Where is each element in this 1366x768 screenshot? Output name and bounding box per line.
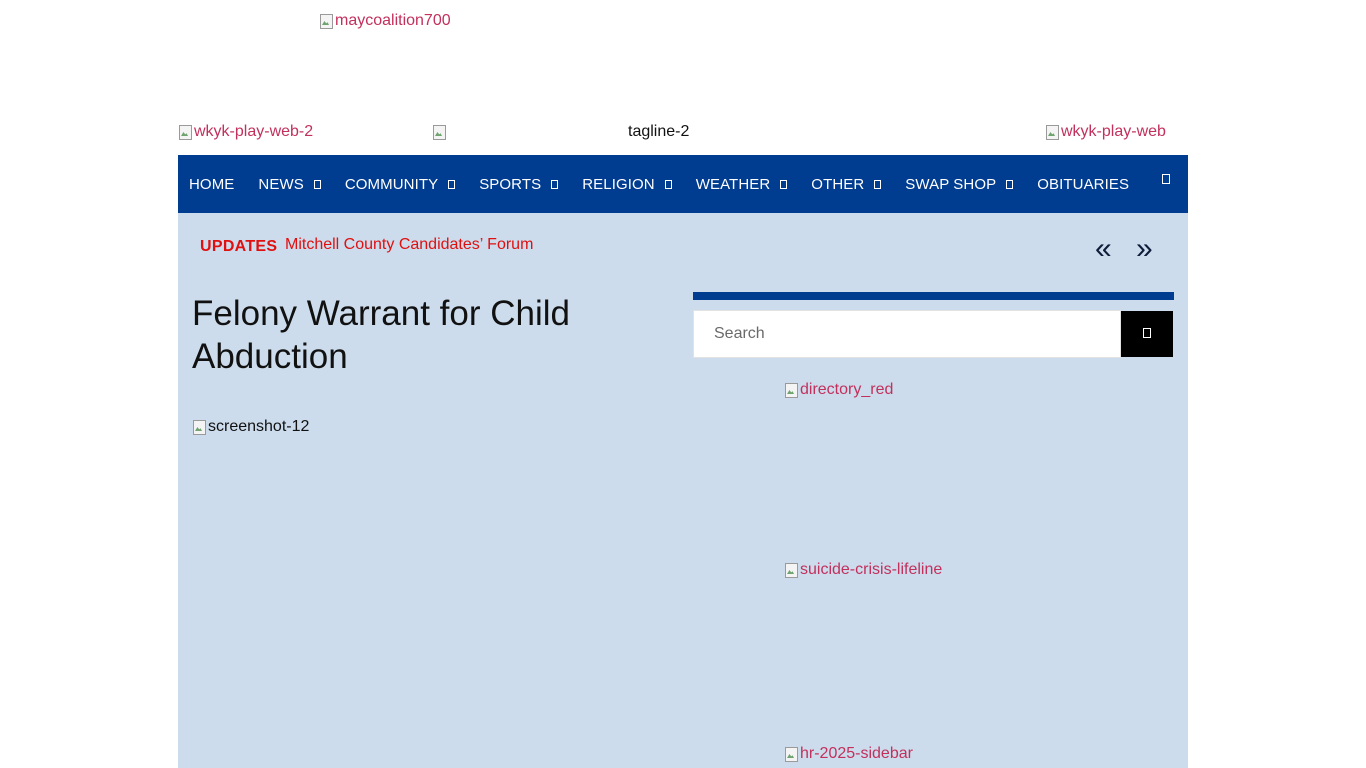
right-logo-alt-text: wkyk-play-web bbox=[1061, 123, 1166, 140]
sidebar-ad-alt-text: directory_red bbox=[800, 381, 894, 398]
nav-item-label: RELIGION bbox=[582, 175, 655, 193]
ticker-prev-button[interactable]: « bbox=[1095, 232, 1112, 266]
nav-item-community[interactable]: COMMUNITY bbox=[344, 175, 456, 193]
broken-image-icon bbox=[784, 562, 798, 578]
sidebar-ad-alt-text: hr-2025-sidebar bbox=[800, 745, 913, 762]
nav-item-swap-shop[interactable]: SWAP SHOP bbox=[905, 175, 1014, 193]
nav-item-label: OBITUARIES bbox=[1037, 175, 1130, 193]
broken-image-icon bbox=[1045, 124, 1059, 140]
nav-item-label: HOME bbox=[189, 175, 235, 193]
banner-ad-alt-text: maycoalition700 bbox=[335, 12, 451, 29]
article-image-alt-text: screenshot-12 bbox=[208, 418, 310, 435]
ticker-headline-link[interactable]: Mitchell County Candidates’ Forum bbox=[285, 236, 533, 254]
tagline-image: tagline-2 bbox=[432, 122, 689, 142]
sidebar-divider bbox=[693, 292, 1174, 300]
left-logo-alt-text: wkyk-play-web-2 bbox=[194, 123, 314, 140]
nav-item-news[interactable]: NEWS bbox=[258, 175, 321, 193]
broken-image-icon bbox=[432, 124, 446, 140]
nav-item-label: WEATHER bbox=[695, 175, 771, 193]
chevron-down-icon bbox=[313, 180, 321, 189]
left-logo-image[interactable]: wkyk-play-web-2 bbox=[178, 122, 313, 142]
ticker-next-button[interactable]: » bbox=[1136, 232, 1153, 266]
chevron-down-icon bbox=[664, 180, 672, 189]
nav-item-label: OTHER bbox=[811, 175, 865, 193]
search-icon bbox=[1143, 328, 1151, 338]
nav-item-religion[interactable]: RELIGION bbox=[582, 175, 672, 193]
search-input[interactable] bbox=[693, 310, 1121, 358]
nav-item-label: COMMUNITY bbox=[344, 175, 439, 193]
nav-item-sports[interactable]: SPORTS bbox=[479, 175, 559, 193]
search-icon[interactable] bbox=[1162, 174, 1170, 184]
broken-image-icon bbox=[784, 746, 798, 762]
chevron-down-icon bbox=[780, 180, 788, 189]
chevron-down-icon bbox=[551, 180, 559, 189]
ticker-label: UPDATES bbox=[200, 238, 278, 255]
nav-item-obituaries[interactable]: OBITUARIES bbox=[1037, 176, 1129, 193]
nav-item-home[interactable]: HOME bbox=[189, 176, 234, 193]
main-navigation: HOME NEWS COMMUNITY SPORTS RELIGION WEAT… bbox=[178, 155, 1188, 213]
sidebar-ad-hr-2025[interactable]: hr-2025-sidebar bbox=[784, 744, 913, 764]
chevron-down-icon bbox=[874, 180, 882, 189]
tagline-alt-text: tagline-2 bbox=[628, 123, 690, 140]
broken-image-icon bbox=[192, 419, 206, 435]
sidebar-ad-directory[interactable]: directory_red bbox=[784, 380, 893, 400]
chevron-down-icon bbox=[448, 180, 456, 189]
nav-item-weather[interactable]: WEATHER bbox=[696, 176, 788, 193]
nav-item-label: NEWS bbox=[258, 175, 304, 193]
broken-image-icon bbox=[319, 13, 333, 29]
nav-item-other[interactable]: OTHER bbox=[811, 175, 882, 193]
article-title: Felony Warrant for Child Abduction bbox=[192, 294, 570, 376]
sidebar-ad-alt-text: suicide-crisis-lifeline bbox=[800, 561, 943, 578]
search-button[interactable] bbox=[1121, 311, 1173, 357]
article-image: screenshot-12 bbox=[192, 417, 309, 437]
nav-item-label: SPORTS bbox=[479, 175, 542, 193]
chevron-down-icon bbox=[1006, 180, 1014, 189]
sidebar-ad-crisis-lifeline[interactable]: suicide-crisis-lifeline bbox=[784, 560, 942, 580]
nav-item-label: SWAP SHOP bbox=[905, 175, 997, 193]
broken-image-icon bbox=[784, 382, 798, 398]
broken-image-icon bbox=[178, 124, 192, 140]
banner-ad-image[interactable]: maycoalition700 bbox=[319, 11, 451, 31]
right-logo-image[interactable]: wkyk-play-web bbox=[1045, 122, 1166, 142]
